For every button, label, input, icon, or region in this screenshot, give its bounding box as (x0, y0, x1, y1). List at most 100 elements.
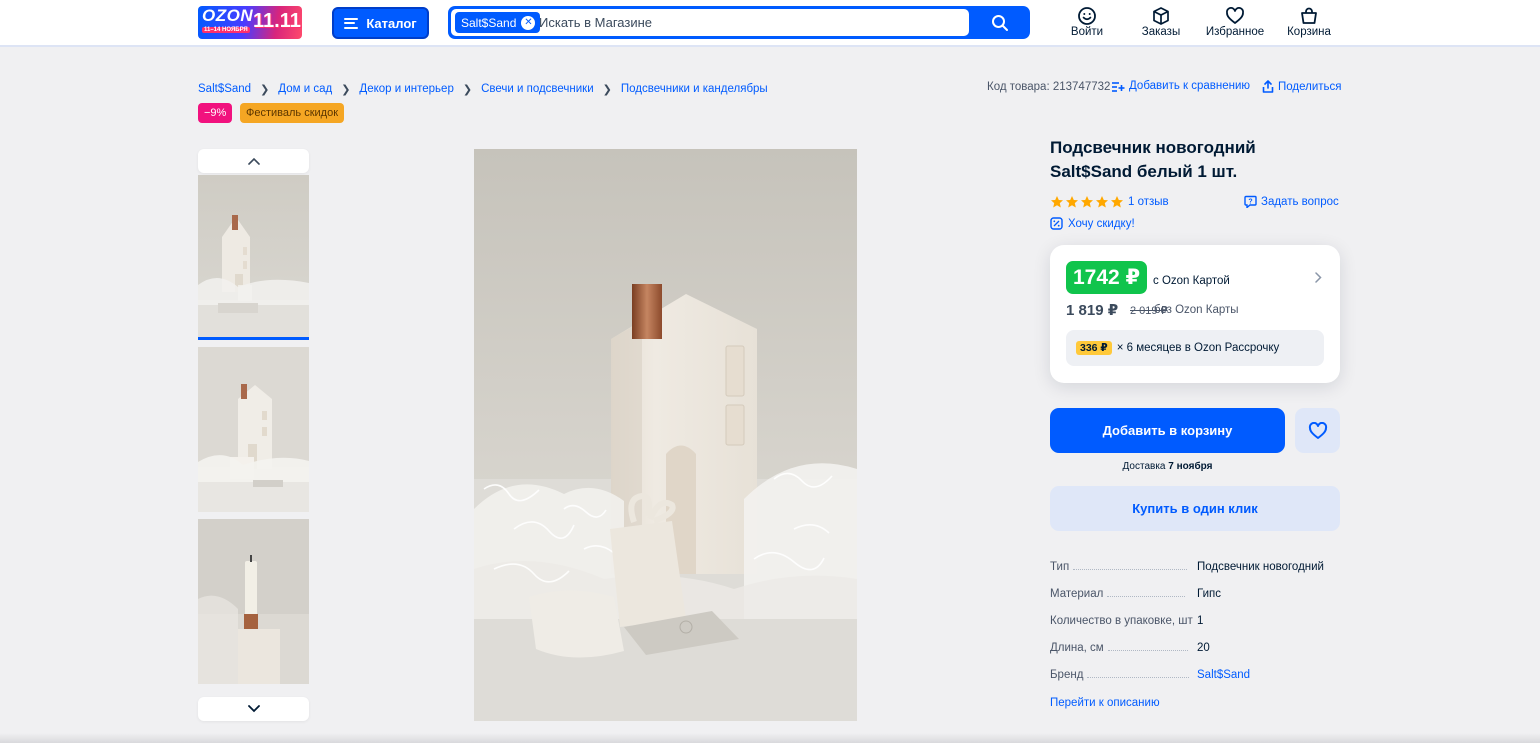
share-link[interactable]: Поделиться (1262, 80, 1342, 93)
go-to-description-link[interactable]: Перейти к описанию (1050, 697, 1160, 709)
chevron-right-icon: ❯ (602, 83, 612, 96)
delivery-info: Доставка 7 ноября (1050, 461, 1285, 472)
chevron-right-icon (1315, 272, 1322, 283)
nav-favorites-label: Избранное (1205, 26, 1265, 38)
share-label: Поделиться (1278, 80, 1342, 93)
thumbs-up-button[interactable] (198, 149, 309, 173)
star-icon (1051, 196, 1063, 208)
spec-divider (1073, 569, 1188, 570)
spec-value: Гипс (1197, 588, 1221, 600)
spec-row: Материал Гипс (1050, 584, 1340, 600)
heart-icon (1225, 6, 1245, 26)
delivery-prefix: Доставка (1122, 461, 1169, 472)
spec-row: Бренд Salt$Sand (1050, 665, 1340, 681)
product-thumbnail[interactable] (198, 347, 309, 512)
spec-value: 1 (1197, 615, 1204, 627)
nav-login-label: Войти (1070, 26, 1104, 38)
spec-row: Количество в упаковке, шт 1 (1050, 611, 1340, 627)
close-icon[interactable]: ✕ (521, 15, 536, 30)
spec-key: Количество в упаковке, шт (1050, 615, 1193, 627)
spec-row: Тип Подсвечник новогодний (1050, 557, 1340, 573)
thumbs-down-button[interactable] (198, 697, 309, 721)
installment-offer[interactable]: 336 ₽ × 6 месяцев в Ozon Рассрочку (1066, 330, 1324, 366)
want-discount-label: Хочу скидку! (1068, 217, 1135, 230)
header: OZON 11–14 НОЯБРЯ 11.11 Каталог Salt$San… (0, 0, 1540, 47)
chevron-down-icon (247, 705, 260, 713)
installment-text: × 6 месяцев в Ozon Рассрочку (1116, 342, 1280, 354)
spec-divider (1107, 650, 1188, 651)
search-field-wrap: Salt$Sand ✕ (451, 9, 969, 36)
page-bottom-edge (0, 733, 1540, 743)
store-chip-label: Salt$Sand (461, 15, 517, 30)
breadcrumb-item[interactable]: Свечи и подсвечники (481, 83, 594, 95)
ozon-card-price: 1742 ₽ (1066, 261, 1148, 294)
search-bar: Salt$Sand ✕ (448, 6, 1030, 39)
nav-cart-label: Корзина (1287, 26, 1331, 38)
breadcrumb-item[interactable]: Декор и интерьер (359, 83, 453, 95)
chevron-up-icon (247, 157, 260, 165)
breadcrumb: Salt$Sand ❯ Дом и сад ❯ Декор и интерьер… (198, 81, 768, 97)
logo-promo-dates: 11–14 НОЯБРЯ (202, 27, 250, 33)
nav-orders-label: Заказы (1141, 26, 1181, 38)
compare-icon (1112, 82, 1125, 92)
price-card[interactable]: 1742 ₽ с Ozon Картой 1 819 ₽ 2 019 ₽ без… (1050, 245, 1340, 383)
question-icon: ? (1244, 195, 1257, 208)
box-icon (1151, 6, 1171, 26)
breadcrumb-item[interactable]: Дом и сад (278, 83, 332, 95)
add-to-cart-button[interactable]: Добавить в корзину (1050, 408, 1285, 453)
store-filter-chip[interactable]: Salt$Sand ✕ (455, 12, 541, 33)
chevron-right-icon: ❯ (260, 83, 270, 96)
installment-amount: 336 ₽ (1076, 341, 1112, 355)
buy-one-click-button[interactable]: Купить в один клик (1050, 486, 1340, 531)
logo-brand: OZON (202, 6, 254, 25)
compare-link[interactable]: Добавить к сравнению (1111, 80, 1250, 92)
catalog-button[interactable]: Каталог (332, 7, 429, 39)
breadcrumb-item[interactable]: Подсвечники и канделябры (621, 83, 768, 95)
search-icon (992, 14, 1008, 31)
search-input[interactable] (539, 12, 959, 33)
reviews-link[interactable]: 1 отзыв (1128, 196, 1169, 208)
logo-promo: 11.11 (253, 10, 301, 32)
spec-value: Подсвечник новогодний (1197, 561, 1324, 573)
discount-tag-icon (1050, 217, 1063, 230)
spec-key: Материал (1050, 588, 1104, 600)
spec-key: Бренд (1050, 669, 1084, 681)
nav-login[interactable]: Войти (1052, 6, 1122, 42)
product-thumbnail[interactable] (198, 175, 309, 340)
nav-cart[interactable]: Корзина (1274, 6, 1344, 42)
want-discount-link[interactable]: Хочу скидку! (1050, 217, 1135, 230)
add-to-favorites-button[interactable] (1295, 408, 1340, 453)
ozon-logo[interactable]: OZON 11–14 НОЯБРЯ 11.11 (198, 6, 302, 39)
menu-icon (344, 17, 359, 29)
ozon-card-caption: с Ozon Картой (1153, 275, 1230, 287)
regular-price-caption: без Ozon Карты (1154, 304, 1239, 316)
product-main-image[interactable] (474, 149, 857, 721)
chevron-right-icon: ❯ (462, 83, 473, 96)
star-icon (1111, 196, 1123, 208)
nav-orders[interactable]: Заказы (1126, 6, 1196, 42)
catalog-label: Каталог (366, 15, 417, 31)
product-code: Код товара: 213747732 (987, 81, 1111, 93)
ask-question-link[interactable]: ? Задать вопрос (1244, 195, 1339, 208)
star-icon (1081, 196, 1093, 208)
product-title: Подсвечник новогодний Salt$Sand белый 1 … (1050, 138, 1256, 181)
compare-label: Добавить к сравнению (1129, 80, 1251, 92)
smile-icon (1077, 6, 1097, 26)
discount-badge: −9% (198, 103, 233, 123)
festival-badge: Фестиваль скидок (240, 103, 345, 123)
brand-link[interactable]: Salt$Sand (1197, 669, 1250, 681)
delivery-date: 7 ноября (1168, 461, 1213, 472)
star-icon (1096, 196, 1108, 208)
share-icon (1262, 80, 1274, 93)
product-thumbnail[interactable] (198, 519, 309, 684)
spec-row: Длина, см 20 (1050, 638, 1340, 654)
chevron-right-icon: ❯ (341, 83, 351, 96)
search-button[interactable] (970, 6, 1030, 39)
breadcrumb-item[interactable]: Salt$Sand (198, 83, 251, 95)
ask-question-label: Задать вопрос (1261, 195, 1339, 208)
bag-icon (1299, 6, 1319, 26)
nav-favorites[interactable]: Избранное (1200, 6, 1270, 42)
spec-divider (1087, 677, 1190, 678)
heart-icon (1308, 421, 1327, 439)
spec-key: Тип (1050, 561, 1070, 573)
